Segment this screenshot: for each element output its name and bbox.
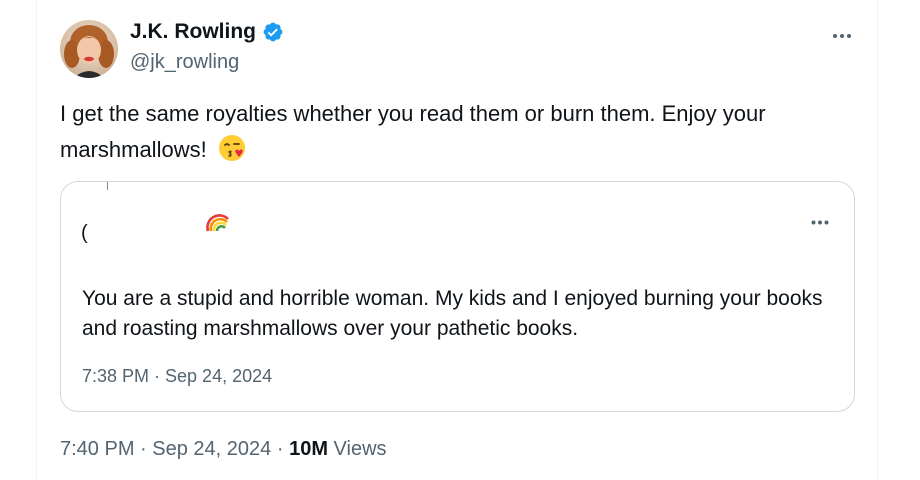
- more-options-button[interactable]: [828, 22, 856, 50]
- quoted-tweet-timestamp[interactable]: 7:38 PM · Sep 24, 2024: [82, 366, 272, 387]
- quoted-tweet-card[interactable]: ( You are a stupid and horrible woman. M…: [60, 181, 855, 412]
- rainbow-emoji-icon: [206, 214, 229, 232]
- column-divider-left: [36, 0, 37, 480]
- quoted-author-name: (: [81, 222, 88, 244]
- verified-badge-icon: [263, 22, 283, 42]
- tweet-text: I get the same royalties whether you rea…: [60, 96, 860, 168]
- author-name-text: J.K. Rowling: [130, 20, 256, 43]
- tweet-text-content: I get the same royalties whether you rea…: [60, 101, 766, 162]
- author-avatar[interactable]: [60, 20, 118, 78]
- ellipsis-icon: [833, 34, 851, 38]
- author-handle[interactable]: @jk_rowling: [130, 51, 239, 74]
- quoted-more-options-button[interactable]: [807, 212, 833, 232]
- tweet-detail: J.K. Rowling @jk_rowling I get the same …: [0, 0, 920, 480]
- tweet-time[interactable]: 7:40 PM: [60, 438, 134, 460]
- author-name[interactable]: J.K. Rowling: [130, 20, 284, 44]
- ellipsis-icon: [811, 220, 829, 224]
- column-divider-right: [877, 0, 878, 480]
- quote-card-marker: [107, 182, 108, 190]
- tweet-meta: 7:40 PM · Sep 24, 2024 · 10M Views: [60, 438, 387, 461]
- views-label: Views: [333, 438, 387, 460]
- meta-separator: ·: [276, 438, 284, 460]
- quoted-tweet-text: You are a stupid and horrible woman. My …: [82, 287, 823, 340]
- tweet-date[interactable]: Sep 24, 2024: [152, 438, 271, 460]
- profile-photo-icon: [60, 20, 118, 78]
- meta-separator: ·: [140, 438, 147, 460]
- face-blowing-kiss-emoji-icon: [218, 135, 245, 161]
- views-count[interactable]: 10M: [289, 438, 328, 460]
